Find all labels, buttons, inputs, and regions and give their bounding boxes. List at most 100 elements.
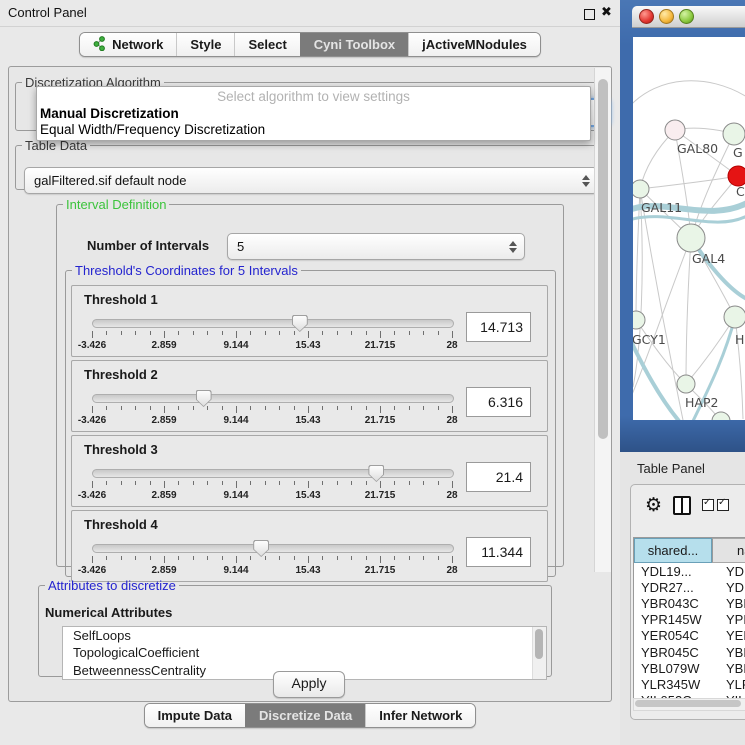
cell-name[interactable]: YDR2	[719, 580, 745, 595]
edge[interactable]	[640, 176, 738, 189]
control-panel: Control Panel ✖ Network	[0, 0, 620, 745]
dropdown-item-equal-width-frequency[interactable]: Equal Width/Frequency Discretization	[40, 122, 265, 137]
cell-shared-name[interactable]: YER054C	[634, 628, 719, 643]
slider-handle[interactable]	[368, 465, 384, 482]
threshold-value-field[interactable]: 6.316	[466, 387, 531, 417]
cell-name[interactable]: YBR0	[719, 596, 745, 611]
table-row[interactable]: YBR045CYBR0	[634, 644, 745, 660]
close-traffic-light-icon[interactable]	[639, 9, 654, 24]
attribute-list-item[interactable]: TopologicalCoefficient	[63, 644, 546, 661]
tab-label: Impute Data	[158, 708, 232, 723]
tab-discretize-data[interactable]: Discretize Data	[245, 704, 365, 727]
network-node[interactable]	[728, 166, 745, 186]
columns-icon[interactable]	[673, 496, 691, 515]
edge[interactable]	[686, 238, 691, 384]
tab-select[interactable]: Select	[234, 33, 299, 56]
float-window-icon[interactable]	[584, 9, 595, 20]
scale-label: 2.859	[151, 565, 176, 576]
scale-label: 21.715	[365, 565, 396, 576]
cell-name[interactable]: YER0	[719, 628, 745, 643]
tab-style[interactable]: Style	[176, 33, 234, 56]
settings-scroll-area: Interval Definition Number of Intervals …	[11, 191, 609, 698]
table-rows: YDL19...YDL1YDR27...YDR2YBR043CYBR0YPR14…	[634, 563, 745, 709]
number-of-intervals-combobox[interactable]: 5	[227, 233, 525, 260]
tab-network[interactable]: Network	[80, 33, 176, 56]
settings-vertical-scrollbar[interactable]	[594, 68, 611, 572]
cell-name[interactable]: YBL0	[719, 661, 745, 676]
scale-label: 15.43	[295, 490, 320, 501]
threshold-value-field[interactable]: 14.713	[466, 312, 531, 342]
gear-icon[interactable]: ⚙	[645, 493, 662, 517]
table-row[interactable]: YDR27...YDR2	[634, 579, 745, 595]
attribute-list-item[interactable]: SelfLoops	[63, 627, 546, 644]
tab-label: Discretize Data	[259, 708, 352, 723]
checkbox-icon[interactable]	[702, 499, 714, 511]
cell-shared-name[interactable]: YBR045C	[634, 645, 719, 660]
checkbox-icon[interactable]	[717, 499, 729, 511]
cell-name[interactable]: YDL1	[719, 564, 745, 579]
threshold-slider[interactable]: -3.4262.8599.14415.4321.71528	[92, 389, 452, 427]
slider-scale-labels: -3.4262.8599.14415.4321.71528	[92, 565, 452, 576]
network-node[interactable]	[633, 311, 645, 329]
slider-track[interactable]	[92, 394, 454, 403]
node-label: G	[733, 145, 743, 160]
slider-track[interactable]	[92, 544, 454, 553]
cell-shared-name[interactable]: YLR345W	[634, 677, 719, 692]
slider-track[interactable]	[92, 319, 454, 328]
threshold-slider[interactable]: -3.4262.8599.14415.4321.71528	[92, 464, 452, 502]
threshold-slider[interactable]: -3.4262.8599.14415.4321.71528	[92, 539, 452, 577]
tab-infer-network[interactable]: Infer Network	[365, 704, 475, 727]
table-row[interactable]: YBR043CYBR0	[634, 595, 745, 611]
network-node[interactable]	[633, 180, 649, 198]
cell-shared-name[interactable]: YDR27...	[634, 580, 719, 595]
column-header-shared-name[interactable]: shared...	[634, 538, 712, 563]
scrollbar-thumb[interactable]	[598, 79, 608, 439]
cell-shared-name[interactable]: YBR043C	[634, 596, 719, 611]
tab-impute-data[interactable]: Impute Data	[145, 704, 245, 727]
tab-label: Infer Network	[379, 708, 462, 723]
table-row[interactable]: YBL079WYBL0	[634, 660, 745, 676]
minimize-traffic-light-icon[interactable]	[659, 9, 674, 24]
table-data-group: Table Data galFiltered.sif default node	[15, 138, 607, 190]
edge[interactable]	[636, 320, 686, 384]
table-data-combobox[interactable]: galFiltered.sif default node	[24, 167, 598, 194]
zoom-traffic-light-icon[interactable]	[679, 9, 694, 24]
slider-track[interactable]	[92, 469, 454, 478]
tab-cyni-toolbox[interactable]: Cyni Toolbox	[300, 33, 408, 56]
scale-label: -3.426	[78, 340, 106, 351]
slider-handle[interactable]	[253, 540, 269, 557]
apply-button[interactable]: Apply	[273, 671, 345, 698]
cell-name[interactable]: YBR0	[719, 645, 745, 660]
slider-handle[interactable]	[292, 315, 308, 332]
close-icon[interactable]: ✖	[601, 4, 612, 20]
dropdown-item-manual-discretization[interactable]: Manual Discretization	[40, 106, 179, 121]
cell-name[interactable]: YLR3	[719, 677, 745, 692]
threshold-value-field[interactable]: 21.4	[466, 462, 531, 492]
column-header-name[interactable]: na	[712, 538, 745, 563]
network-node[interactable]	[724, 306, 745, 328]
network-canvas[interactable]: GAL80GCGAL11GAL4GCY1HHAP2	[633, 37, 745, 420]
edge[interactable]	[686, 317, 735, 384]
table-row[interactable]: YPR145WYPR1	[634, 612, 745, 628]
table-horizontal-scrollbar[interactable]	[633, 698, 745, 711]
threshold-value-field[interactable]: 11.344	[466, 537, 531, 567]
network-node[interactable]	[723, 123, 745, 145]
slider-handle[interactable]	[196, 390, 212, 407]
tab-label: jActiveMNodules	[422, 37, 527, 52]
network-node[interactable]	[677, 224, 705, 252]
network-node[interactable]	[665, 120, 685, 140]
scrollbar-thumb[interactable]	[635, 700, 741, 707]
cell-shared-name[interactable]: YBL079W	[634, 661, 719, 676]
table-row[interactable]: YER054CYER0	[634, 628, 745, 644]
scrollbar-thumb[interactable]	[535, 629, 543, 659]
table-row[interactable]: YLR345WYLR3	[634, 676, 745, 692]
cell-name[interactable]: YPR1	[719, 612, 745, 627]
cell-shared-name[interactable]: YPR145W	[634, 612, 719, 627]
edge[interactable]	[633, 81, 745, 107]
network-node[interactable]	[677, 375, 695, 393]
tab-jactivemnodules[interactable]: jActiveMNodules	[408, 33, 540, 56]
attributes-scrollbar[interactable]	[532, 627, 546, 679]
table-row[interactable]: YDL19...YDL1	[634, 563, 745, 579]
cell-shared-name[interactable]: YDL19...	[634, 564, 719, 579]
threshold-slider[interactable]: -3.4262.8599.14415.4321.71528	[92, 314, 452, 352]
